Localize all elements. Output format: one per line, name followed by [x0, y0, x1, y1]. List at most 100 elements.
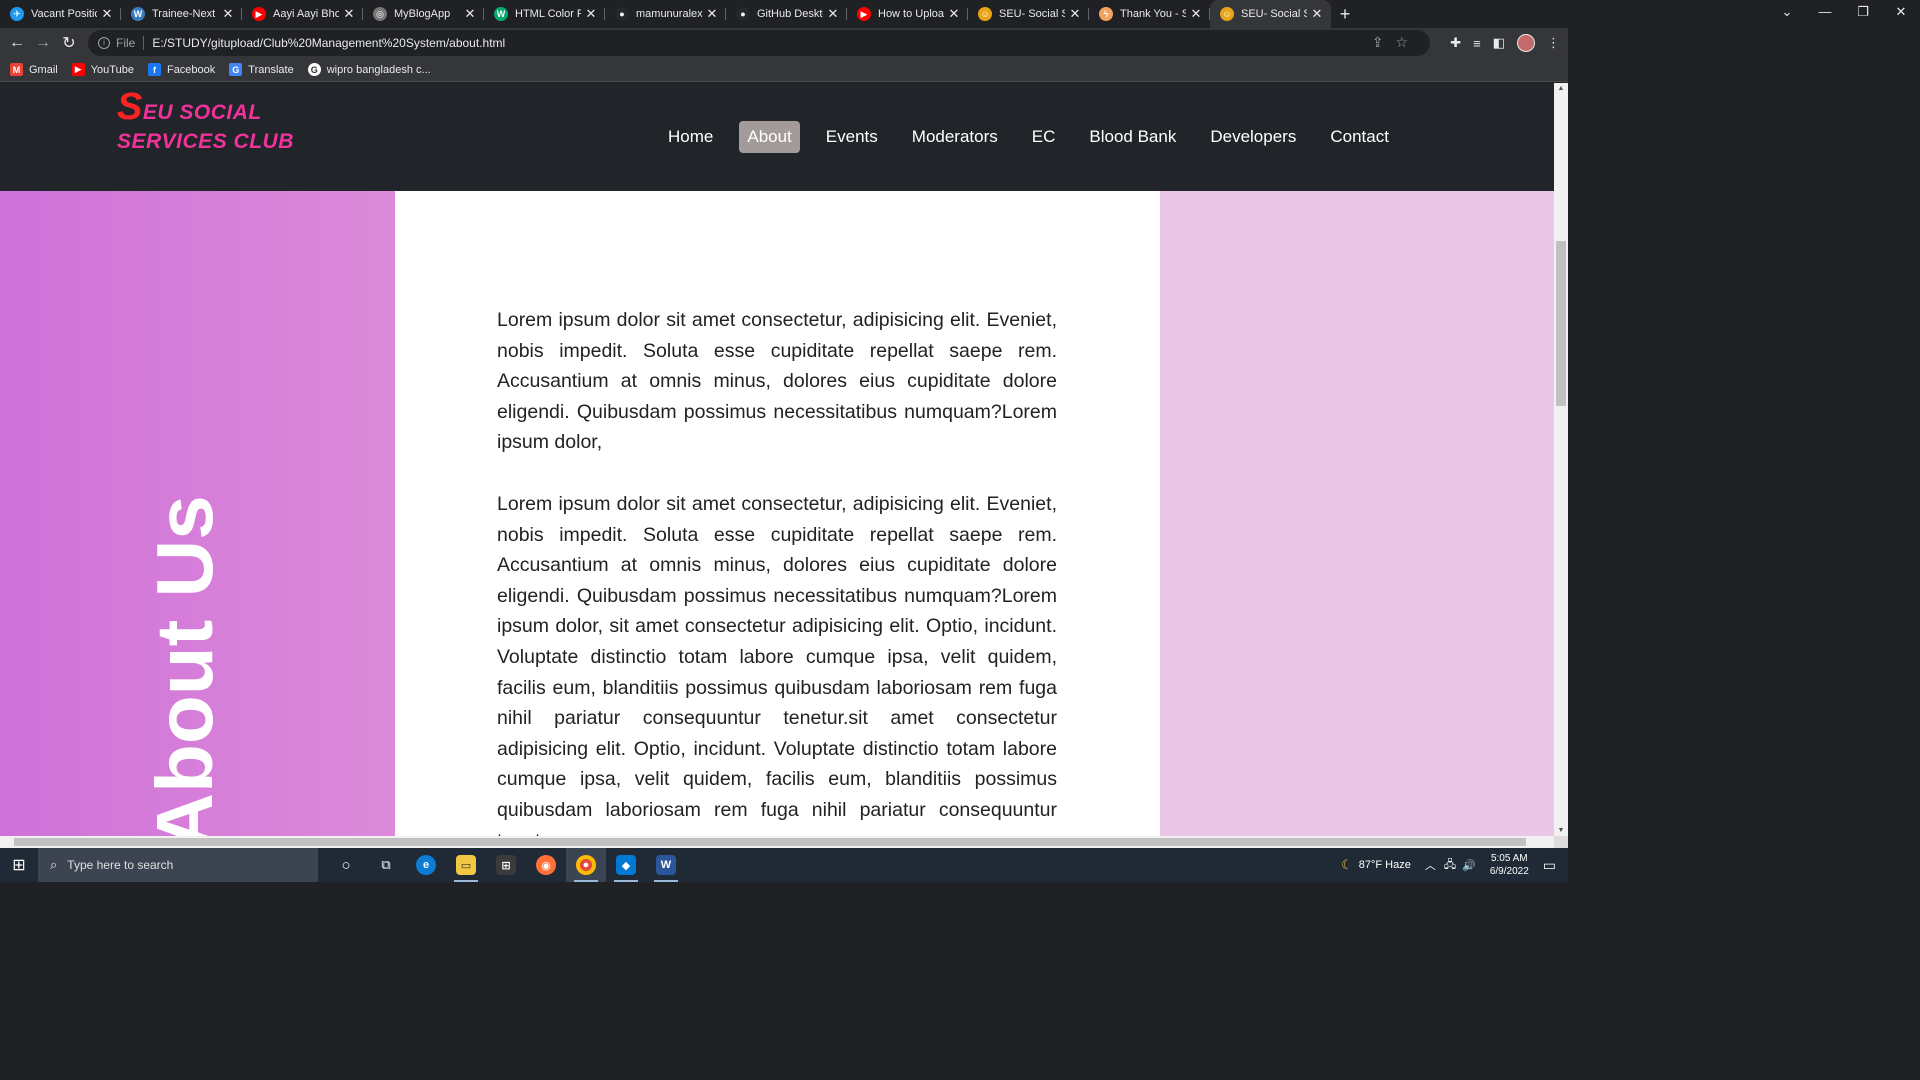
- nav-developers[interactable]: Developers: [1202, 121, 1304, 153]
- tray-chevron-icon[interactable]: ︿: [1425, 857, 1436, 873]
- reload-button[interactable]: ↻: [56, 33, 82, 53]
- tab-close-icon[interactable]: ✕: [948, 6, 960, 22]
- bookmark-label: Translate: [248, 63, 294, 76]
- cortana-icon[interactable]: ○: [326, 848, 366, 882]
- file-explorer-icon[interactable]: ▭: [446, 848, 486, 882]
- browser-tab[interactable]: ● mamunuralex16 ✕: [605, 0, 726, 28]
- forward-button[interactable]: →: [30, 34, 56, 52]
- nav-about[interactable]: About: [739, 121, 800, 153]
- club-logo[interactable]: SEU SOCIAL SERVICES CLUB: [117, 88, 294, 156]
- logo-initial: S: [117, 86, 143, 128]
- bookmark-item[interactable]: G Translate: [229, 63, 294, 76]
- nav-ec[interactable]: EC: [1024, 121, 1064, 153]
- bookmark-label: YouTube: [90, 63, 134, 76]
- nav-moderators[interactable]: Moderators: [904, 121, 1006, 153]
- weather-text: 87°F Haze: [1358, 859, 1411, 871]
- word-icon[interactable]: W: [646, 848, 686, 882]
- right-panel: [1160, 191, 1554, 836]
- scroll-down-icon[interactable]: ▼: [1554, 827, 1568, 834]
- tab-title: How to Upload: [878, 8, 944, 20]
- tab-title: Thank You - Sub: [1120, 8, 1186, 20]
- vscode-icon[interactable]: ◆: [606, 848, 646, 882]
- weather-widget[interactable]: ☾ 87°F Haze: [1341, 857, 1411, 873]
- network-icon[interactable]: 🖧: [1444, 856, 1456, 875]
- browser-tab[interactable]: ▶ Aayi Aayi Bhoot ✕: [242, 0, 363, 28]
- tab-close-icon[interactable]: ✕: [1190, 6, 1202, 22]
- browser-tab[interactable]: W HTML Color Pick ✕: [484, 0, 605, 28]
- tab-close-icon[interactable]: ✕: [343, 6, 355, 22]
- minimize-button[interactable]: —: [1806, 0, 1844, 28]
- new-tab-button[interactable]: +: [1331, 4, 1359, 25]
- reading-list-icon[interactable]: ≡: [1473, 36, 1481, 51]
- address-bar[interactable]: i File E:/STUDY/gitupload/Club%20Managem…: [88, 30, 1430, 56]
- tab-close-icon[interactable]: ✕: [1069, 6, 1081, 22]
- store-icon[interactable]: ⊞: [486, 848, 526, 882]
- globe-icon: ◎: [373, 7, 387, 21]
- nav-events[interactable]: Events: [818, 121, 886, 153]
- browser-tab[interactable]: ▶ How to Upload ✕: [847, 0, 968, 28]
- page-viewport: SEU SOCIAL SERVICES CLUB Home About Events…: [0, 83, 1554, 836]
- firefox-icon[interactable]: ◉: [526, 848, 566, 882]
- bookmark-item[interactable]: ▶ YouTube: [71, 63, 134, 76]
- close-window-button[interactable]: ✕: [1882, 0, 1920, 28]
- chrome-icon[interactable]: ●: [566, 848, 606, 882]
- tab-search-icon[interactable]: ⌄: [1768, 0, 1806, 28]
- browser-tab[interactable]: W Trainee-Next Bu ✕: [121, 0, 242, 28]
- nav-home[interactable]: Home: [660, 121, 721, 153]
- tab-close-icon[interactable]: ✕: [827, 6, 839, 22]
- edge-icon[interactable]: e: [406, 848, 446, 882]
- url-text[interactable]: E:/STUDY/gitupload/Club%20Management%20S…: [152, 36, 505, 50]
- clock[interactable]: 5:05 AM 6/9/2022: [1490, 852, 1529, 878]
- volume-icon[interactable]: 🔊: [1462, 859, 1476, 872]
- bookmark-star-icon[interactable]: ☆: [1395, 34, 1420, 50]
- logo-line2: SERVICES CLUB: [117, 130, 294, 153]
- github-icon: ●: [615, 7, 629, 21]
- w3schools-icon: W: [494, 7, 508, 21]
- vertical-scroll-thumb[interactable]: [1556, 241, 1566, 406]
- menu-icon[interactable]: ⋮: [1547, 35, 1560, 51]
- tab-close-icon[interactable]: ✕: [222, 6, 234, 22]
- share-icon[interactable]: ⇪: [1372, 34, 1396, 50]
- tab-title: HTML Color Pick: [515, 8, 581, 20]
- github-icon: ●: [736, 7, 750, 21]
- windows-start-icon[interactable]: ⊞: [0, 855, 38, 875]
- extensions-icon[interactable]: ✚: [1450, 35, 1461, 51]
- scroll-up-icon[interactable]: ▲: [1554, 85, 1568, 92]
- windows-taskbar: ⊞ ⌕ Type here to search ○ ⧉ e ▭ ⊞ ◉ ● ◆ …: [0, 848, 1568, 882]
- tab-close-icon[interactable]: ✕: [706, 6, 718, 22]
- seu-icon: ☺: [978, 7, 992, 21]
- tab-close-icon[interactable]: ✕: [464, 6, 476, 22]
- horizontal-scroll-thumb[interactable]: [14, 838, 1526, 846]
- bookmark-item[interactable]: M Gmail: [10, 63, 58, 76]
- browser-tab[interactable]: ϟ Thank You - Sub ✕: [1089, 0, 1210, 28]
- clock-date: 6/9/2022: [1489, 866, 1529, 877]
- browser-tab[interactable]: ☺ SEU- Social Serv ✕: [968, 0, 1089, 28]
- logo-line1: EU SOCIAL: [142, 101, 262, 124]
- tab-close-icon[interactable]: ✕: [1311, 6, 1323, 22]
- vertical-scrollbar[interactable]: ▲ ▼: [1554, 83, 1568, 836]
- bookmark-item[interactable]: Gwipro bangladesh c...: [307, 63, 431, 76]
- tab-close-icon[interactable]: ✕: [101, 6, 113, 22]
- main-nav: Home About Events Moderators EC Blood Bank Dev…: [660, 121, 1415, 153]
- bookmark-item[interactable]: f Facebook: [147, 63, 215, 76]
- wipro-icon: W: [131, 7, 145, 21]
- nav-contact[interactable]: Contact: [1322, 121, 1397, 153]
- horizontal-scrollbar[interactable]: [0, 836, 1554, 848]
- nav-blood-bank[interactable]: Blood Bank: [1081, 121, 1184, 153]
- tab-close-icon[interactable]: ✕: [585, 6, 597, 22]
- task-view-icon[interactable]: ⧉: [366, 848, 406, 882]
- notifications-icon[interactable]: ▭: [1543, 857, 1556, 874]
- browser-tab[interactable]: ✈ Vacant Positions ✕: [0, 0, 121, 28]
- about-us-title: About Us: [140, 495, 229, 836]
- youtube-icon: ▶: [857, 7, 871, 21]
- site-info-icon[interactable]: i: [98, 37, 110, 49]
- taskbar-search[interactable]: ⌕ Type here to search: [38, 848, 318, 882]
- browser-tab[interactable]: ● GitHub Desktop ✕: [726, 0, 847, 28]
- browser-tab[interactable]: ☺ SEU- Social Serv ✕: [1210, 0, 1331, 28]
- restore-button[interactable]: ❐: [1844, 0, 1882, 28]
- back-button[interactable]: ←: [4, 34, 30, 52]
- side-panel-icon[interactable]: ◧: [1493, 35, 1505, 51]
- translate-icon: G: [229, 63, 243, 76]
- browser-tab[interactable]: ◎ MyBlogApp ✕: [363, 0, 484, 28]
- profile-avatar[interactable]: [1517, 34, 1535, 52]
